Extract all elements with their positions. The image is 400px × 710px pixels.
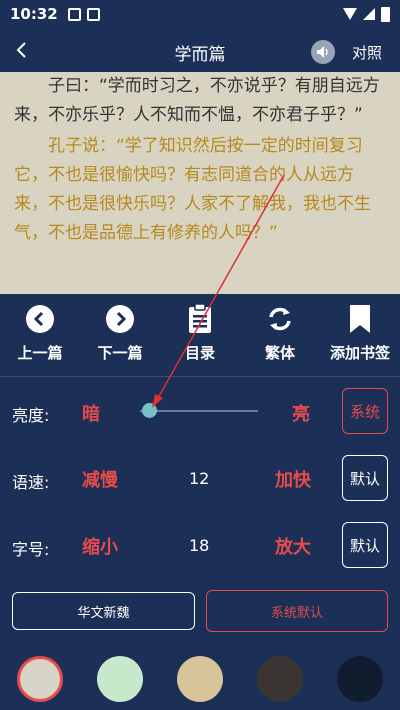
brightness-system-button[interactable]: 系统 <box>342 388 388 434</box>
reading-area: 子曰：“学而时习之，不亦说乎？有朋自远方来，不亦乐乎？人不知而不愠，不亦君子乎？… <box>0 72 400 294</box>
prev-article-button[interactable]: 上一篇 <box>0 296 80 374</box>
font-family-button[interactable]: 华文新魏 <box>12 592 195 630</box>
color-swatch-navy[interactable] <box>337 656 383 702</box>
speed-faster-button[interactable]: 加快 <box>275 466 311 492</box>
bookmark-icon <box>345 304 375 334</box>
speed-slower-button[interactable]: 减慢 <box>82 466 118 492</box>
refresh-icon <box>265 304 295 334</box>
fontsize-larger-button[interactable]: 放大 <box>275 533 311 559</box>
speed-value: 12 <box>189 469 210 488</box>
status-bar: 10:32 <box>0 0 400 28</box>
speaker-button[interactable] <box>311 40 335 64</box>
brightness-dark-label: 暗 <box>82 404 100 425</box>
add-bookmark-button[interactable]: 添加书签 <box>320 296 400 374</box>
fontsize-label: 字号: <box>12 540 50 559</box>
gallery-notification-icon <box>67 7 81 21</box>
speaker-icon <box>317 46 328 58</box>
divider <box>0 376 400 377</box>
compare-button[interactable]: 对照 <box>352 42 382 63</box>
wifi-icon <box>343 8 357 20</box>
battery-icon <box>381 6 390 22</box>
traditional-chinese-button[interactable]: 繁体 <box>240 296 320 374</box>
color-swatch-tan[interactable] <box>177 656 223 702</box>
fontsize-smaller-button[interactable]: 缩小 <box>82 533 118 559</box>
original-text: 子曰：“学而时习之，不亦说乎？有朋自远方来，不亦乐乎？人不知而不愠，不亦君子乎？… <box>14 76 380 125</box>
brightness-label: 亮度: <box>12 406 50 425</box>
app-notification-icon <box>86 7 100 21</box>
color-swatch-green[interactable] <box>97 656 143 702</box>
brightness-bright-label: 亮 <box>292 404 310 425</box>
speed-default-button[interactable]: 默认 <box>342 455 388 501</box>
next-article-button[interactable]: 下一篇 <box>80 296 160 374</box>
brightness-slider-track[interactable] <box>140 410 258 412</box>
color-swatch-beige[interactable] <box>17 656 63 702</box>
page-title: 学而篇 <box>174 45 226 65</box>
status-time: 10:32 <box>10 5 58 23</box>
signal-icon <box>363 8 375 20</box>
brightness-slider-thumb[interactable] <box>142 403 158 418</box>
translation-text: 孔子说：“学了知识然后按一定的时间复习它，不也是很愉快吗？有志同道合的人从远方来… <box>14 136 371 243</box>
toolbar: 上一篇 下一篇 目录 繁体 添加书签 <box>0 296 400 374</box>
speed-label: 语速: <box>12 473 50 492</box>
catalog-button[interactable]: 目录 <box>160 296 240 374</box>
color-swatch-brown[interactable] <box>257 656 303 702</box>
app-header: 学而篇 对照 <box>0 28 400 72</box>
clipboard-list-icon <box>185 304 215 334</box>
system-default-button[interactable]: 系统默认 <box>206 590 388 632</box>
arrow-left-circle-icon <box>25 304 55 334</box>
fontsize-value: 18 <box>189 536 210 555</box>
fontsize-default-button[interactable]: 默认 <box>342 522 388 568</box>
arrow-right-circle-icon <box>105 304 135 334</box>
